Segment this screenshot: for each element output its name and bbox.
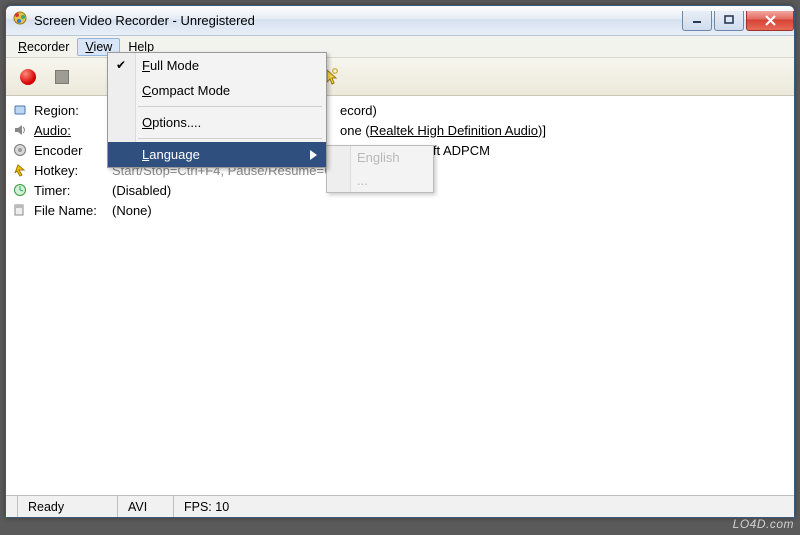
record-icon: [20, 69, 36, 85]
menu-item-options[interactable]: Options....: [108, 110, 326, 135]
menu-separator: [138, 138, 322, 139]
file-icon: [12, 202, 28, 218]
filename-label: File Name:: [34, 203, 106, 218]
maximize-button[interactable]: [714, 11, 744, 31]
status-format: AVI: [118, 496, 174, 517]
menu-separator: [138, 106, 322, 107]
close-button[interactable]: [746, 11, 794, 31]
view-dropdown: ✔ Full Mode Compact Mode Options.... Lan…: [107, 52, 327, 168]
watermark: LO4D.com: [733, 517, 794, 531]
language-submenu: English ...: [326, 145, 434, 193]
encoder-icon: [12, 142, 28, 158]
menu-item-language[interactable]: Language: [108, 142, 326, 167]
submenu-item-more[interactable]: ...: [327, 169, 433, 192]
check-icon: ✔: [116, 58, 126, 72]
status-ready: Ready: [18, 496, 118, 517]
speaker-icon: [12, 122, 28, 138]
stop-icon: [55, 70, 69, 84]
window-title: Screen Video Recorder - Unregistered: [34, 13, 674, 28]
submenu-arrow-icon: [310, 148, 318, 163]
menu-recorder[interactable]: Recorder: [10, 38, 77, 56]
audio-device-link[interactable]: Realtek High Definition Audio: [370, 123, 538, 138]
region-value: ecord): [340, 103, 377, 118]
titlebar: Screen Video Recorder - Unregistered: [6, 6, 794, 36]
timer-value: (Disabled): [112, 183, 171, 198]
submenu-item-english[interactable]: English: [327, 146, 433, 169]
row-filename: File Name: (None): [12, 200, 788, 220]
region-icon: [12, 102, 28, 118]
record-button[interactable]: [14, 63, 42, 91]
timer-label: Timer:: [34, 183, 106, 198]
region-label: Region:: [34, 103, 106, 118]
encoder-label: Encoder: [34, 143, 106, 158]
statusbar: Ready AVI FPS: 10: [6, 495, 794, 517]
menu-item-full-mode[interactable]: ✔ Full Mode: [108, 53, 326, 78]
app-icon: [12, 10, 28, 31]
audio-value: one (Realtek High Definition Audio)]: [340, 123, 546, 138]
menu-item-compact-mode[interactable]: Compact Mode: [108, 78, 326, 103]
status-fps: FPS: 10: [174, 496, 794, 517]
hotkey-label: Hotkey:: [34, 163, 106, 178]
status-grip: [6, 496, 18, 517]
hotkey-icon: [12, 162, 28, 178]
audio-label[interactable]: Audio:: [34, 123, 106, 138]
stop-button[interactable]: [48, 63, 76, 91]
filename-value: (None): [112, 203, 152, 218]
minimize-button[interactable]: [682, 11, 712, 31]
timer-icon: [12, 182, 28, 198]
